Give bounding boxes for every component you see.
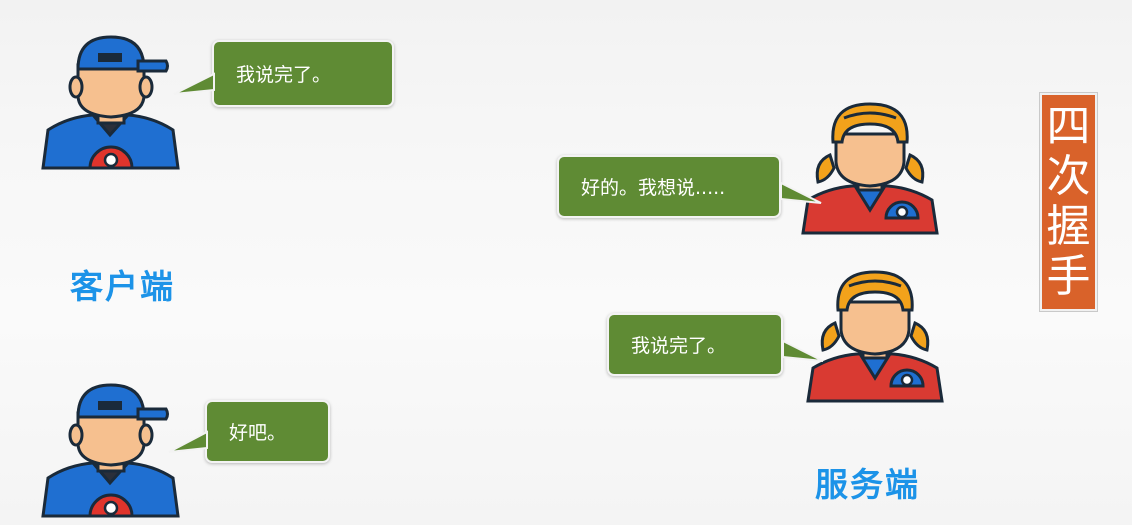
server-label: 服务端 <box>815 465 920 504</box>
client-bubble-2: 好吧。 <box>168 400 330 463</box>
client-bubble-1-text: 我说完了。 <box>236 64 332 86</box>
server-bubble-2-text: 我说完了。 <box>631 335 727 357</box>
badge-char: 次 <box>1046 151 1091 202</box>
four-way-handshake-badge: 四 次 握 手 <box>1039 92 1098 312</box>
client-bubble-1: 我说完了。 <box>173 40 394 107</box>
client-label: 客户端 <box>70 267 175 306</box>
badge-char: 手 <box>1046 251 1091 302</box>
server-avatar-icon <box>806 270 944 403</box>
client-avatar-icon <box>41 35 180 170</box>
server-avatar-icon <box>801 102 939 235</box>
server-bubble-2: 我说完了。 <box>607 313 824 376</box>
client-bubble-2-text: 好吧。 <box>229 422 287 444</box>
badge-char: 握 <box>1046 201 1091 252</box>
server-bubble-1-text: 好的。我想说..... <box>581 177 726 199</box>
server-bubble-1: 好的。我想说..... <box>557 155 822 218</box>
badge-char: 四 <box>1046 101 1091 152</box>
client-avatar-icon <box>41 383 180 518</box>
